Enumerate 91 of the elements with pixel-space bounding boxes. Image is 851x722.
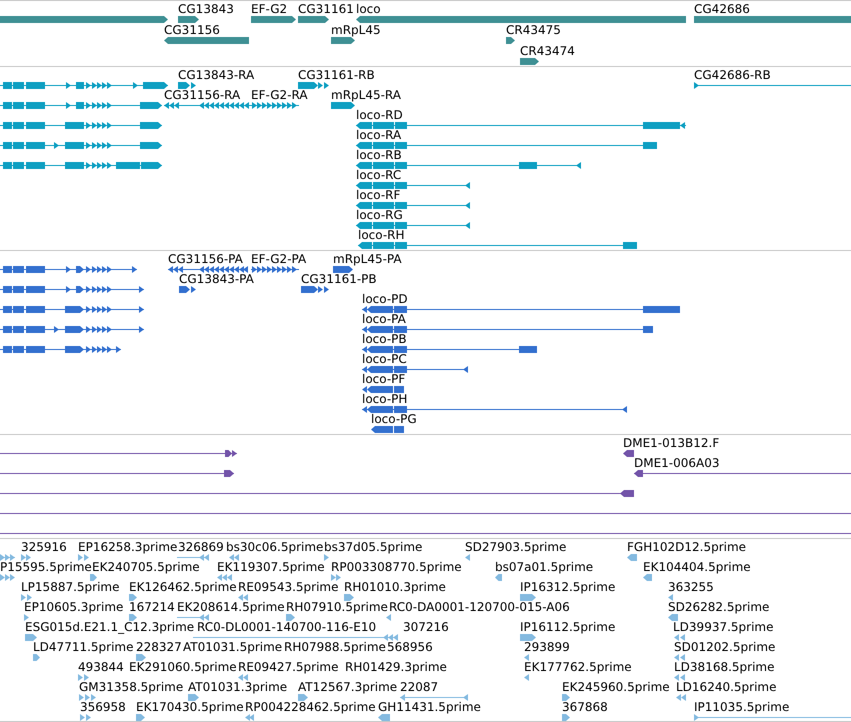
alignment-label: DME1-013B12.F	[623, 437, 720, 450]
est-label: 167214	[129, 601, 175, 614]
protein-label: CG13843-PA	[179, 273, 254, 286]
gene-label: CR43474	[520, 45, 575, 58]
gene-label: loco	[356, 3, 381, 16]
est-label: RP004228462.5prime	[245, 701, 376, 714]
est-label: 568956	[387, 641, 433, 654]
est-label: P15595.5prime	[0, 561, 92, 574]
est-label: 326869	[178, 541, 224, 554]
est-label: EK104404.5prime	[643, 561, 751, 574]
est-label: RH07988.5prime	[284, 641, 386, 654]
est-label: FGH102D12.5prime	[627, 541, 746, 554]
est-label: 356958	[80, 701, 126, 714]
est-label: RC0-DL0001-140700-116-E10	[197, 621, 376, 634]
transcript-label: loco-RG	[356, 209, 403, 222]
est-label: EP16258.3prime	[78, 541, 178, 554]
transcript-label: CG31156-RA	[164, 89, 240, 102]
est-label: GH11431.5prime	[378, 701, 481, 714]
protein-label: CG31156-PA	[168, 253, 243, 266]
est-label: bs07a01.5prime	[495, 561, 594, 574]
gene-label: CG31161	[298, 3, 354, 16]
est-label: SD27903.5prime	[465, 541, 566, 554]
est-label: EK177762.5prime	[524, 661, 632, 674]
est-label: LD16240.5prime	[676, 681, 777, 694]
est-label: EK126462.5prime	[129, 581, 237, 594]
protein-label: EF-G2-PA	[251, 253, 306, 266]
est-label: EK119307.5prime	[217, 561, 325, 574]
est-label: SD26282.5prime	[668, 601, 770, 614]
transcript-label: loco-RB	[356, 149, 402, 162]
est-label: LD47711.5prime	[33, 641, 134, 654]
est-label: EP10605.3prime	[24, 601, 124, 614]
est-label: ESG015d.E21.1_C12.3prime	[25, 621, 194, 634]
est-label: IP11035.5prime	[694, 701, 790, 714]
est-label: LD39937.5prime	[673, 621, 774, 634]
est-label: bs30c06.5prime	[226, 541, 324, 554]
protein-label: loco-PB	[362, 333, 407, 346]
alignment-label: DME1-006A03	[634, 457, 720, 470]
protein-label: loco-PF	[362, 373, 406, 386]
est-label: EK208614.5prime	[177, 601, 285, 614]
est-label: SD01202.5prime	[674, 641, 776, 654]
transcript-label: loco-RF	[356, 189, 400, 202]
transcript-label: CG13843-RA	[178, 69, 254, 82]
protein-label: loco-PG	[371, 413, 417, 426]
protein-label: loco-PA	[362, 313, 406, 326]
est-label: 228327	[136, 641, 182, 654]
transcript-label: loco-RH	[358, 229, 405, 242]
transcript-label: loco-RC	[356, 169, 402, 182]
transcript-label: mRpL45-RA	[331, 89, 401, 102]
protein-label: CG31161-PB	[301, 273, 377, 286]
est-label: 22087	[400, 681, 438, 694]
est-label: bs37d05.5prime	[324, 541, 422, 554]
est-label: RH07910.5prime	[286, 601, 388, 614]
transcript-label: loco-RA	[356, 129, 402, 142]
est-label: AT01031.5prime	[183, 641, 282, 654]
protein-label: loco-PC	[362, 353, 407, 366]
est-label: RH01010.3prime	[344, 581, 446, 594]
gene-label: CG13843	[178, 3, 234, 16]
est-label: RH01429.3prime	[345, 661, 447, 674]
est-label: 493844	[78, 661, 124, 674]
est-label: AT12567.3prime	[298, 681, 398, 694]
transcript-label: EF-G2-RA	[251, 89, 308, 102]
est-label: 325916	[21, 541, 67, 554]
protein-label: loco-PD	[362, 293, 408, 306]
est-label: RP003308770.5prime	[331, 561, 462, 574]
est-label: AT01031.3prime	[188, 681, 288, 694]
est-label: GM31358.5prime	[79, 681, 184, 694]
gene-label: CR43475	[506, 24, 561, 37]
est-label: 307216	[403, 621, 449, 634]
est-label: LP15887.5prime	[21, 581, 120, 594]
transcript-label: loco-RD	[356, 109, 403, 122]
gene-label: mRpL45	[331, 24, 381, 37]
gene-label: CG42686	[694, 3, 750, 16]
est-label: 363255	[668, 581, 714, 594]
est-label: 293899	[524, 641, 570, 654]
est-label: IP16112.5prime	[520, 621, 616, 634]
gene-label: CG31156	[164, 24, 220, 37]
protein-label: loco-PH	[362, 393, 408, 406]
est-label: RC0-DA0001-120700-015-A06	[389, 601, 570, 614]
est-label: EK291060.5prime	[129, 661, 237, 674]
est-label: EK245960.5prime	[562, 681, 670, 694]
transcript-label: CG42686-RB	[694, 69, 771, 82]
est-label: LD38168.5prime	[674, 661, 775, 674]
est-label: EK240705.5prime	[92, 561, 200, 574]
gene-label: EF-G2	[251, 3, 288, 16]
est-label: EK170430.5prime	[136, 701, 244, 714]
est-label: IP16312.5prime	[520, 581, 616, 594]
protein-label: mRpL45-PA	[333, 253, 402, 266]
transcript-label: CG31161-RB	[298, 69, 375, 82]
est-label: 367868	[562, 701, 608, 714]
est-label: RE09427.5prime	[238, 661, 338, 674]
est-label: RE09543.5prime	[238, 581, 338, 594]
